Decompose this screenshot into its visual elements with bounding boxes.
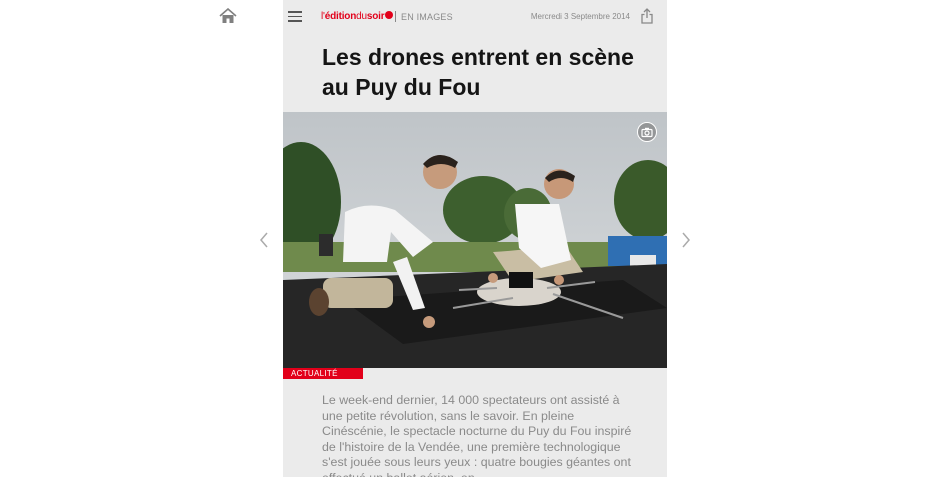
- photo-drone-scene: [283, 112, 667, 368]
- category-tag[interactable]: ACTUALITÉ: [283, 368, 363, 379]
- logo-edition: édition: [324, 11, 357, 22]
- next-article-button[interactable]: [680, 231, 692, 249]
- home-icon: [219, 7, 237, 23]
- chevron-right-icon: [682, 232, 690, 248]
- menu-button[interactable]: [288, 11, 302, 22]
- article-headline: Les drones entrent en scène au Puy du Fo…: [322, 44, 634, 100]
- publication-date: Mercredi 3 Septembre 2014: [530, 12, 630, 21]
- logo-soir: soir: [366, 11, 385, 22]
- previous-article-button[interactable]: [258, 231, 270, 249]
- camera-icon: [637, 122, 657, 142]
- publication-logo[interactable]: l'éditiondusoir: [321, 11, 394, 22]
- share-button[interactable]: [640, 8, 654, 24]
- camera-button[interactable]: [637, 122, 657, 142]
- hamburger-menu-icon: [288, 11, 302, 13]
- chevron-left-icon: [260, 232, 268, 248]
- logo-du: du: [356, 11, 367, 22]
- logo-dot: [385, 11, 394, 20]
- share-icon: [641, 8, 653, 24]
- article-panel: l'éditiondusoir EN IMAGES Mercredi 3 Sep…: [283, 0, 667, 477]
- home-button[interactable]: [219, 7, 237, 24]
- section-divider: [395, 11, 396, 22]
- article-top-bar: l'éditiondusoir EN IMAGES Mercredi 3 Sep…: [283, 0, 667, 34]
- article-photo[interactable]: [283, 112, 667, 368]
- section-label: EN IMAGES: [401, 12, 453, 22]
- article-body: Le week-end dernier, 14 000 spectateurs …: [322, 393, 632, 477]
